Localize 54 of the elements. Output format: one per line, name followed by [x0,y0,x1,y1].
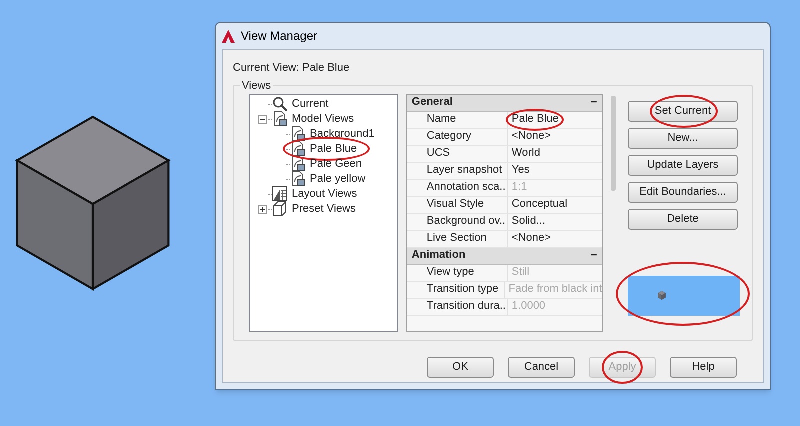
property-label: Background ov.. [426,214,507,230]
dialog-button[interactable]: Help [670,356,737,378]
section-header[interactable]: General – [406,94,602,112]
property-value: Still [512,265,530,280]
tree-item[interactable]: Layout Views [291,188,358,200]
property-value: Conceptual [512,197,568,212]
tree-item[interactable]: Pale Blue [309,142,358,155]
property-value: <None> [512,231,552,246]
dialog-button[interactable]: OK [427,356,494,378]
property-value: Solid... [512,214,546,230]
expand-icon[interactable] [258,204,266,214]
property-value: 1.0000 [512,299,546,314]
property-value: 1:1 [512,180,528,196]
property-value: World [512,146,540,162]
property-label: Annotation sca.. [426,180,507,196]
view-icon [290,141,306,157]
tree-item[interactable]: Model Views [291,112,356,125]
property-label: Visual Style [426,197,486,212]
dialog-button[interactable]: Edit Boundaries... [628,182,738,202]
collapse-icon[interactable] [258,114,266,124]
current-view-label: Current View: Pale Blue [233,61,351,76]
property-value: Yes [512,163,530,178]
app-logo-icon [222,30,235,42]
view-icon [290,156,306,172]
layout-icon [272,186,288,202]
view-icon [290,126,306,142]
dialog-button[interactable]: Set Current [628,100,738,122]
property-label: View type [426,265,476,280]
dialog-button[interactable]: Delete [628,208,738,230]
box-icon [272,201,288,217]
property-label: UCS [426,146,452,162]
property-label: Live Section [426,231,488,246]
tree-item[interactable]: Pale Geen [309,158,363,170]
window-title: View Manager [241,28,318,45]
tree-item[interactable]: Pale yellow [309,172,367,185]
property-label: Transition type [426,282,500,298]
view-icon [272,111,288,127]
tree-item[interactable]: Preset Views [291,202,357,215]
property-label: Name [426,112,458,128]
property-value: <None> [512,129,552,144]
magnifier-icon [272,96,288,112]
property-label: Layer snapshot [426,163,504,178]
dialog-button[interactable]: New... [628,128,738,148]
property-label: Transition dura.. [426,299,507,314]
dialog-button[interactable]: Cancel [508,356,575,378]
cube-drawing [658,290,666,300]
view-icon [290,171,306,187]
tree-item[interactable]: Background1 [309,128,376,140]
property-value: Fade from black int [508,282,602,298]
property-label: Category [426,129,473,144]
property-value: Pale Blue [512,112,559,128]
dialog-button[interactable]: Update Layers [628,154,738,176]
section-header[interactable]: Animation – [406,248,602,264]
tree-item[interactable]: Current [291,98,330,110]
